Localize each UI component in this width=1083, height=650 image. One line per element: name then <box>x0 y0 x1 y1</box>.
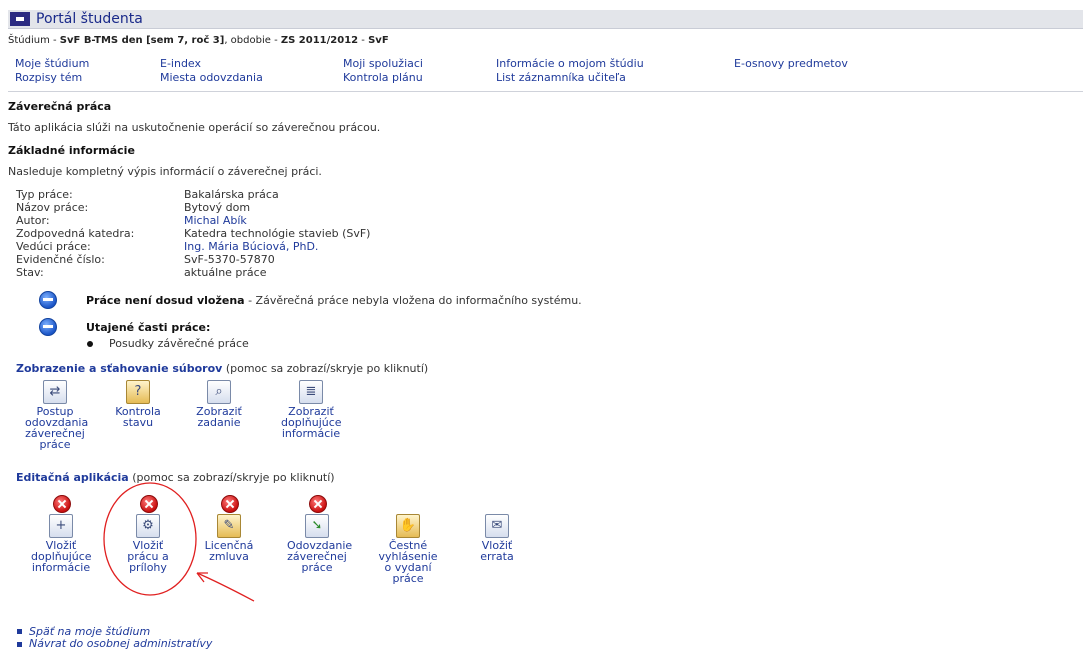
errata-document-icon: ✉ <box>485 514 509 538</box>
info-icon <box>39 291 57 309</box>
bullet-icon <box>17 629 22 634</box>
nav-classmates[interactable]: Moji spolužiaci <box>343 57 423 70</box>
bullet-icon <box>17 642 22 647</box>
files-heading-link[interactable]: Zobrazenie a sťahovanie súborov <box>16 362 222 375</box>
magnifier-icon: ⌕ <box>207 380 231 404</box>
check-status-button[interactable]: ? Kontrola stavu <box>108 380 168 428</box>
hand-document-icon: ✋ <box>396 514 420 538</box>
author-link[interactable]: Michal Abík <box>184 214 247 227</box>
nav-e-index[interactable]: E-index <box>160 57 201 70</box>
insert-info-icon: + <box>49 514 73 538</box>
flow-arrows-icon: ⇄ <box>43 380 67 404</box>
title-bar: Portál študenta <box>8 10 1083 29</box>
portal-logo-icon <box>10 12 30 26</box>
nav-teacher-record[interactable]: List záznamníka učiteľa <box>496 71 626 84</box>
blocked-icon <box>53 495 71 513</box>
study-program: SvF B-TMS den [sem 7, roč 3] <box>59 35 225 46</box>
supervisor-link[interactable]: Ing. Mária Búciová, PhD. <box>184 240 318 253</box>
basic-info-description: Nasleduje kompletný výpis informácií o z… <box>8 165 322 178</box>
insert-thesis-button[interactable]: ⚙ Vložiť prácu a prílohy <box>118 514 178 573</box>
nav-topic-lists[interactable]: Rozpisy tém <box>15 71 82 84</box>
edit-section-title: Editačná aplikácia (pomoc sa zobrazí/skr… <box>16 471 335 484</box>
check-document-icon: ? <box>126 380 150 404</box>
insert-errata-button[interactable]: ✉ Vložiť errata <box>467 514 527 562</box>
blocked-icon <box>309 495 327 513</box>
app-title: Portál študenta <box>36 11 143 27</box>
show-assignment-button[interactable]: ⌕ Zobraziť zadanie <box>189 380 249 428</box>
insert-additional-info-button[interactable]: + Vložiť doplňujúce informácie <box>31 514 92 573</box>
license-agreement-button[interactable]: ✎ Licenčná zmluva <box>199 514 259 562</box>
info-icon <box>39 318 57 336</box>
personal-admin-link[interactable]: Návrat do osobnej administratívy <box>29 637 212 650</box>
faculty: SvF <box>368 35 389 46</box>
bullet-icon <box>87 341 93 347</box>
list-document-icon: ≣ <box>299 380 323 404</box>
secret-parts-heading: Utajené časti práce: <box>86 321 211 334</box>
nav-my-study[interactable]: Moje štúdium <box>15 57 89 70</box>
blocked-icon <box>140 495 158 513</box>
files-section-title: Zobrazenie a sťahovanie súborov (pomoc s… <box>16 362 429 375</box>
edit-heading-link[interactable]: Editačná aplikácia <box>16 471 129 484</box>
secret-parts-item: Posudky závěrečné práce <box>109 337 249 350</box>
nav-course-outlines[interactable]: E-osnovy predmetov <box>734 57 848 70</box>
honor-declaration-button[interactable]: ✋ Čestné vyhlásenie o vydaní práce <box>378 514 438 584</box>
thesis-description: Táto aplikácia slúži na uskutočnenie ope… <box>8 121 381 134</box>
blocked-icon <box>221 495 239 513</box>
insert-thesis-icon: ⚙ <box>136 514 160 538</box>
thesis-heading: Záverečná práca <box>8 100 112 113</box>
annotation-arrowhead <box>196 572 208 583</box>
submission-procedure-button[interactable]: ⇄ Postup odovzdania záverečnej práce <box>25 380 88 450</box>
show-additional-info-button[interactable]: ≣ Zobraziť doplňujúce informácie <box>281 380 342 439</box>
basic-info-heading: Základné informácie <box>8 144 135 157</box>
not-inserted-notice: Práce není dosud vložena - Závěrečná prá… <box>86 294 582 307</box>
submit-thesis-button[interactable]: ➘ Odovzdanie záverečnej práce <box>287 514 352 573</box>
submit-arrow-icon: ➘ <box>305 514 329 538</box>
main-nav: Moje štúdium E-index Moji spolužiaci Inf… <box>8 57 1083 92</box>
nav-plan-check[interactable]: Kontrola plánu <box>343 71 423 84</box>
nav-study-info[interactable]: Informácie o mojom štúdiu <box>496 57 644 70</box>
study-context: Štúdium - SvF B-TMS den [sem 7, roč 3], … <box>8 35 389 46</box>
annotation-arrow <box>196 572 255 602</box>
nav-submission-places[interactable]: Miesta odovzdania <box>160 71 263 84</box>
license-pen-icon: ✎ <box>217 514 241 538</box>
study-period: ZS 2011/2012 <box>280 35 359 46</box>
